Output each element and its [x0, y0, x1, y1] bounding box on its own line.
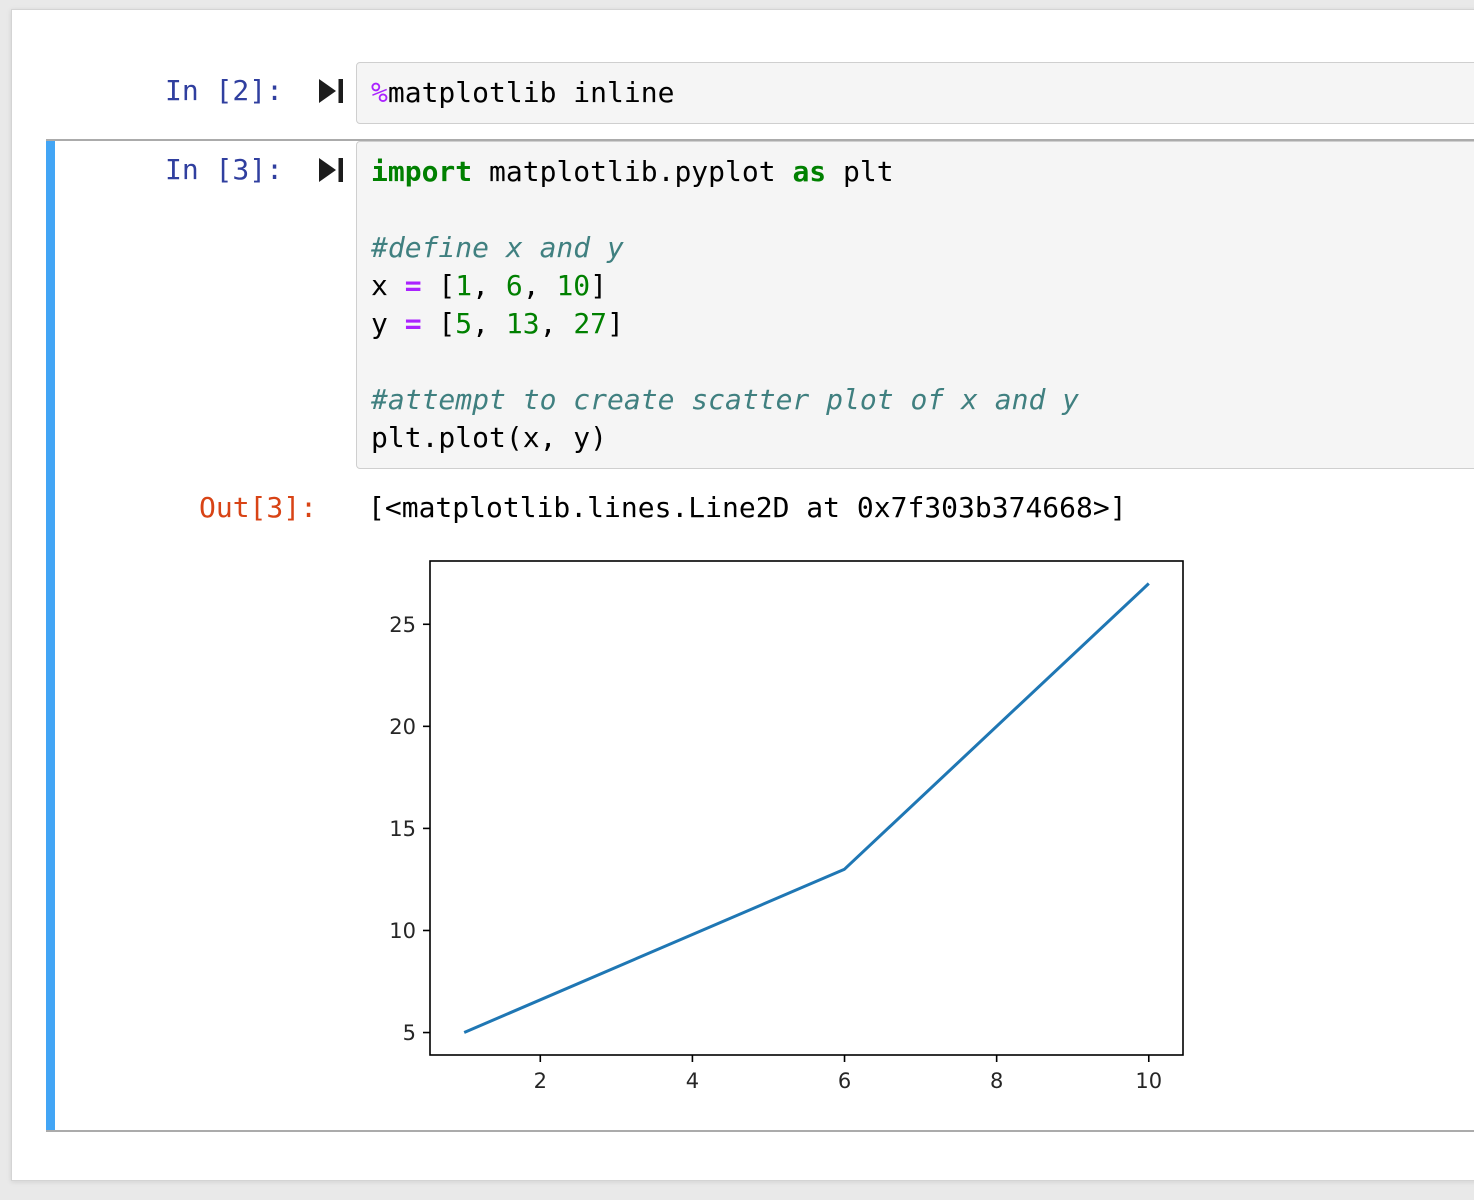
code-cell-in3[interactable]: In [3]: import matplotlib.pyplot as plt …: [46, 139, 1474, 1132]
selected-cell-indicator: [46, 141, 55, 1130]
svg-text:20: 20: [389, 715, 416, 739]
svg-text:10: 10: [389, 919, 416, 943]
output-prompt: Out[3]:: [199, 489, 317, 527]
code-editor[interactable]: %matplotlib inline: [356, 62, 1474, 124]
code-cell-in2[interactable]: In [2]: %matplotlib inline: [46, 60, 1474, 126]
code-line: plt.plot(x, y): [371, 419, 1466, 457]
prompt-column: In [2]:: [55, 62, 356, 110]
svg-text:8: 8: [990, 1069, 1003, 1093]
input-prompt: In [2]:: [165, 72, 283, 110]
code-line: %matplotlib inline: [371, 74, 1464, 112]
prompt-column: In [3]:: [55, 141, 356, 189]
code-line: [371, 343, 1466, 381]
svg-text:25: 25: [389, 613, 416, 637]
output-chart-container: 2 4 6 8 10 5 10 15 20 25: [365, 553, 1210, 1118]
code-line: [371, 191, 1466, 229]
input-prompt: In [3]:: [165, 151, 283, 189]
run-cell-icon[interactable]: [318, 155, 345, 185]
code-line: x = [1, 6, 10]: [371, 267, 1466, 305]
run-cell-icon[interactable]: [318, 76, 345, 106]
svg-text:10: 10: [1135, 1069, 1162, 1093]
code-line: #define x and y: [371, 229, 1466, 267]
svg-text:2: 2: [534, 1069, 547, 1093]
notebook-panel: In [2]: %matplotlib inline In [3]: impor…: [11, 9, 1474, 1181]
svg-text:4: 4: [686, 1069, 699, 1093]
svg-text:5: 5: [403, 1021, 416, 1045]
input-row: In [2]: %matplotlib inline: [55, 62, 1474, 124]
code-line: import matplotlib.pyplot as plt: [371, 153, 1466, 191]
output-chart: 2 4 6 8 10 5 10 15 20 25: [365, 553, 1210, 1118]
svg-text:6: 6: [838, 1069, 851, 1093]
svg-text:15: 15: [389, 817, 416, 841]
code-line: y = [5, 13, 27]: [371, 305, 1466, 343]
output-area: Out[3]: [<matplotlib.lines.Line2D at 0x7…: [55, 489, 1474, 527]
prompt-column: Out[3]:: [55, 489, 356, 527]
output-text: [<matplotlib.lines.Line2D at 0x7f303b374…: [368, 489, 1127, 527]
code-line: #attempt to create scatter plot of x and…: [371, 381, 1466, 419]
input-row: In [3]: import matplotlib.pyplot as plt …: [55, 141, 1474, 469]
code-editor[interactable]: import matplotlib.pyplot as plt #define …: [356, 141, 1474, 469]
